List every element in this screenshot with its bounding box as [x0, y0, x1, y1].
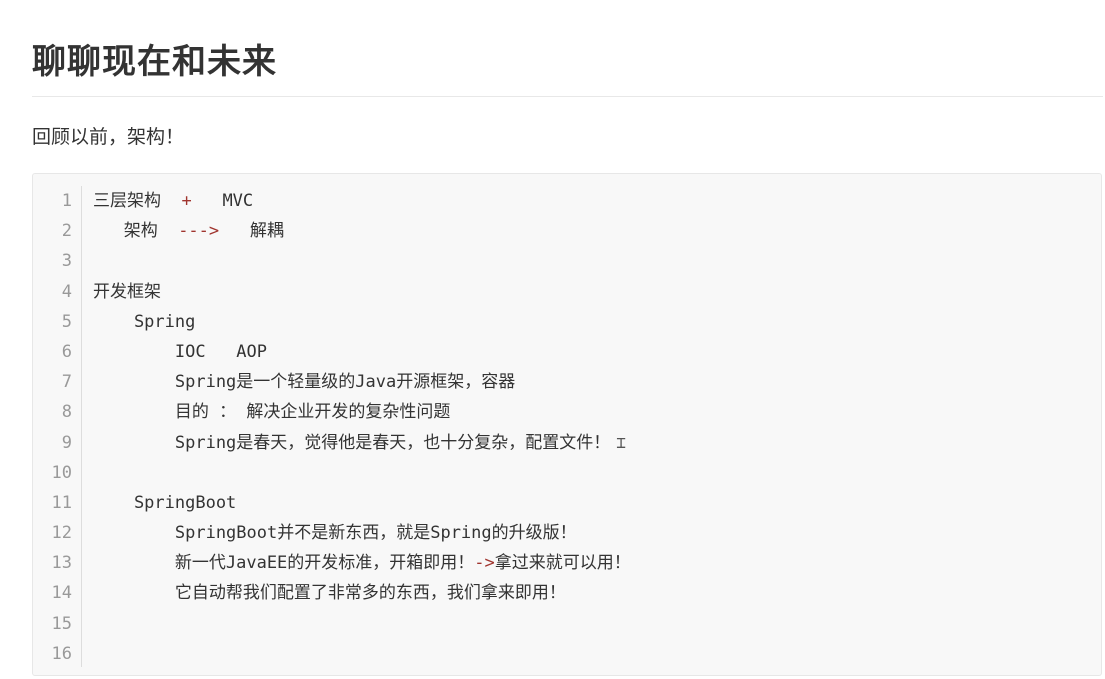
- code-line-2: 架构 ---> 解耦: [93, 216, 1091, 246]
- line-number: 13: [51, 553, 72, 574]
- code-content[interactable]: 三层架构 + MVC 架构 ---> 解耦 开发框架 Spring IOC AO…: [93, 186, 1091, 669]
- code-operator: +: [181, 191, 192, 211]
- line-number: 7: [61, 372, 72, 393]
- line-number: 5: [61, 311, 72, 332]
- code-line-4: 开发框架: [93, 281, 161, 302]
- page-title: 聊聊现在和未来: [32, 42, 277, 82]
- code-text: 三层架构: [93, 191, 182, 211]
- code-line-1: 三层架构 + MVC: [93, 186, 1091, 216]
- line-number: 9: [61, 432, 72, 453]
- code-line-6: IOC AOP: [93, 341, 267, 362]
- intro-paragraph: 回顾以前，架构！: [32, 126, 185, 148]
- code-text: 解耦: [219, 221, 284, 242]
- code-line-5: Spring: [93, 311, 196, 332]
- line-number: 1: [61, 191, 72, 211]
- line-number: 11: [51, 492, 72, 513]
- code-line-13: 新一代JavaEE的开发标准，开箱即用！->拿过来就可以用！: [93, 548, 1091, 578]
- line-number: 2: [61, 221, 72, 242]
- code-text: 拿过来就可以用！: [494, 553, 631, 574]
- line-number: 14: [51, 583, 72, 604]
- code-operator: ->: [474, 553, 495, 574]
- code-line-14: 它自动帮我们配置了非常多的东西，我们拿来即用！: [93, 583, 566, 604]
- line-number: 3: [61, 251, 72, 272]
- line-number: 15: [51, 613, 72, 634]
- text-cursor-icon: ⌶: [616, 432, 626, 452]
- code-line-7: Spring是一个轻量级的Java开源框架，容器: [93, 372, 516, 393]
- code-block[interactable]: 1 2 3 4 5 6 7 8 9 10 11 12 13 14 15 16 三…: [32, 173, 1102, 676]
- line-number: 12: [51, 523, 72, 544]
- code-text: 新一代JavaEE的开发标准，开箱即用！: [93, 553, 475, 574]
- line-number: 6: [61, 341, 72, 362]
- code-text: 架构: [93, 221, 179, 242]
- line-number-gutter: 1 2 3 4 5 6 7 8 9 10 11 12 13 14 15 16: [33, 186, 82, 667]
- code-line-11: SpringBoot: [93, 492, 237, 513]
- code-line-8: 目的 ： 解决企业开发的复杂性问题: [93, 402, 451, 423]
- line-number: 16: [51, 643, 72, 664]
- line-number: 8: [61, 402, 72, 423]
- line-number: 10: [51, 462, 72, 483]
- line-number: 4: [61, 281, 72, 302]
- title-divider: [32, 96, 1103, 97]
- code-line-12: SpringBoot并不是新东西，就是Spring的升级版！: [93, 523, 577, 544]
- code-operator: --->: [178, 221, 220, 242]
- document-page: 聊聊现在和未来 回顾以前，架构！ 1 2 3 4 5 6 7 8 9 10 11…: [0, 0, 1105, 679]
- code-text: MVC: [191, 191, 254, 211]
- code-text: Spring是春天，觉得他是春天，也十分复杂，配置文件！: [93, 432, 611, 453]
- code-line-9: Spring是春天，觉得他是春天，也十分复杂，配置文件！ ⌶: [93, 428, 1091, 458]
